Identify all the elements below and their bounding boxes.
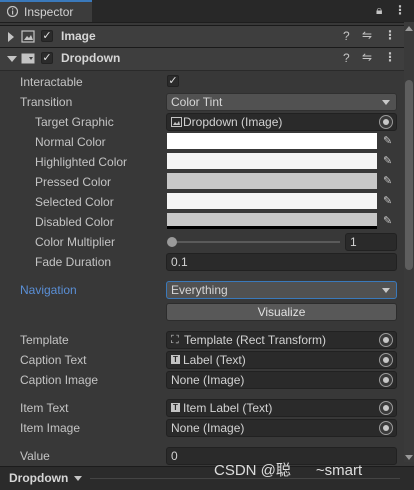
expand-arrow-icon[interactable] [7,56,17,62]
visualize-button[interactable]: Visualize [166,303,397,321]
template-label: Template [20,333,69,347]
scrollbar-thumb[interactable] [405,80,413,270]
more-menu-icon[interactable]: ⋮ [394,3,406,17]
scroll-up-icon[interactable] [405,26,413,31]
object-picker-icon[interactable] [379,373,393,387]
object-picker-icon[interactable] [379,333,393,347]
object-picker-icon[interactable] [379,115,393,129]
normal-color-swatch[interactable] [167,133,377,149]
tab-inspector[interactable]: Inspector [0,0,92,22]
color-multiplier-slider-track[interactable] [172,241,340,243]
target-graphic-label: Target Graphic [35,115,114,129]
rect-transform-icon: ⛶ [171,334,179,346]
item-image-field[interactable]: None (Image) [166,419,397,437]
image-component-header[interactable]: ✓ Image ? ⇋ ⋮ [0,25,404,49]
value-label: Value [20,449,50,463]
image-icon [171,117,182,127]
template-field[interactable]: ⛶ Template (Rect Transform) [166,331,397,349]
dropdown-component-icon [21,53,35,64]
item-text-label: Item Text [20,401,69,415]
dropdown-component-name: Dropdown [61,51,121,65]
target-graphic-field[interactable]: Dropdown (Image) [166,113,397,131]
scroll-down-icon[interactable] [405,455,413,460]
highlighted-color-swatch[interactable] [167,153,377,169]
highlighted-color-label: Highlighted Color [35,155,128,169]
tab-title: Inspector [24,5,74,19]
object-picker-icon[interactable] [379,353,393,367]
selected-color-swatch[interactable] [167,193,377,209]
interactable-checkbox[interactable]: ✓ [167,75,179,87]
fade-duration-input[interactable]: 0.1 [166,253,397,271]
selected-color-label: Selected Color [35,195,114,209]
eyedropper-icon[interactable]: ✎ [383,134,392,147]
image-component-icon [21,30,35,43]
presets-icon[interactable]: ⇋ [362,28,372,42]
component-menu-icon[interactable]: ⋮ [384,50,396,64]
tab-bar: Inspector 🔒︎ ⋮ [0,0,414,23]
eyedropper-icon[interactable]: ✎ [383,214,392,227]
help-icon[interactable]: ? [343,29,350,43]
disabled-color-swatch[interactable] [167,213,377,229]
help-icon[interactable]: ? [343,51,350,65]
navigation-value: Everything [171,283,228,297]
color-multiplier-slider-thumb[interactable] [167,237,177,247]
item-image-value: None (Image) [171,421,245,435]
transition-label: Transition [20,95,73,109]
presets-icon[interactable]: ⇋ [362,50,372,64]
caption-text-field[interactable]: T Label (Text) [166,351,397,369]
color-multiplier-input[interactable]: 1 [345,233,397,251]
chevron-down-icon[interactable] [74,476,82,481]
navigation-dropdown[interactable]: Everything [166,281,397,299]
text-component-icon: T [171,355,180,364]
image-component-name: Image [61,29,96,43]
interactable-label: Interactable [20,75,83,89]
caption-image-field[interactable]: None (Image) [166,371,397,389]
dropdown-enabled-checkbox[interactable]: ✓ [41,52,53,64]
dropdown-component-header[interactable]: ✓ Dropdown ? ⇋ ⋮ [0,47,404,71]
caption-image-value: None (Image) [171,373,245,387]
target-graphic-value: Dropdown (Image) [183,115,283,129]
object-picker-icon[interactable] [379,421,393,435]
transition-value: Color Tint [171,95,223,109]
template-value: Template (Rect Transform) [184,333,327,347]
transition-dropdown[interactable]: Color Tint [166,93,397,111]
collapse-arrow-icon[interactable] [8,32,14,42]
text-component-icon: T [171,403,180,412]
caption-image-label: Caption Image [20,373,99,387]
item-text-field[interactable]: T Item Label (Text) [166,399,397,417]
pressed-color-swatch[interactable] [167,173,377,189]
info-icon [7,6,18,17]
fade-duration-label: Fade Duration [35,255,112,269]
normal-color-label: Normal Color [35,135,106,149]
component-menu-icon[interactable]: ⋮ [384,28,396,42]
navigation-label: Navigation [20,283,77,297]
item-image-label: Item Image [20,421,81,435]
image-enabled-checkbox[interactable]: ✓ [41,30,53,42]
preview-title: Dropdown [9,471,69,485]
watermark: CSDN @聪 ~smart [214,462,363,479]
eyedropper-icon[interactable]: ✎ [383,174,392,187]
chevron-down-icon [382,100,390,105]
caption-text-value: Label (Text) [183,353,246,367]
chevron-down-icon [382,288,390,293]
caption-text-label: Caption Text [20,353,87,367]
color-multiplier-label: Color Multiplier [35,235,116,249]
pressed-color-label: Pressed Color [35,175,112,189]
object-picker-icon[interactable] [379,401,393,415]
disabled-color-label: Disabled Color [35,215,114,229]
item-text-value: Item Label (Text) [183,401,273,415]
eyedropper-icon[interactable]: ✎ [383,154,392,167]
alpha-bar [273,226,377,229]
lock-icon[interactable]: 🔒︎ [376,3,382,18]
eyedropper-icon[interactable]: ✎ [383,194,392,207]
